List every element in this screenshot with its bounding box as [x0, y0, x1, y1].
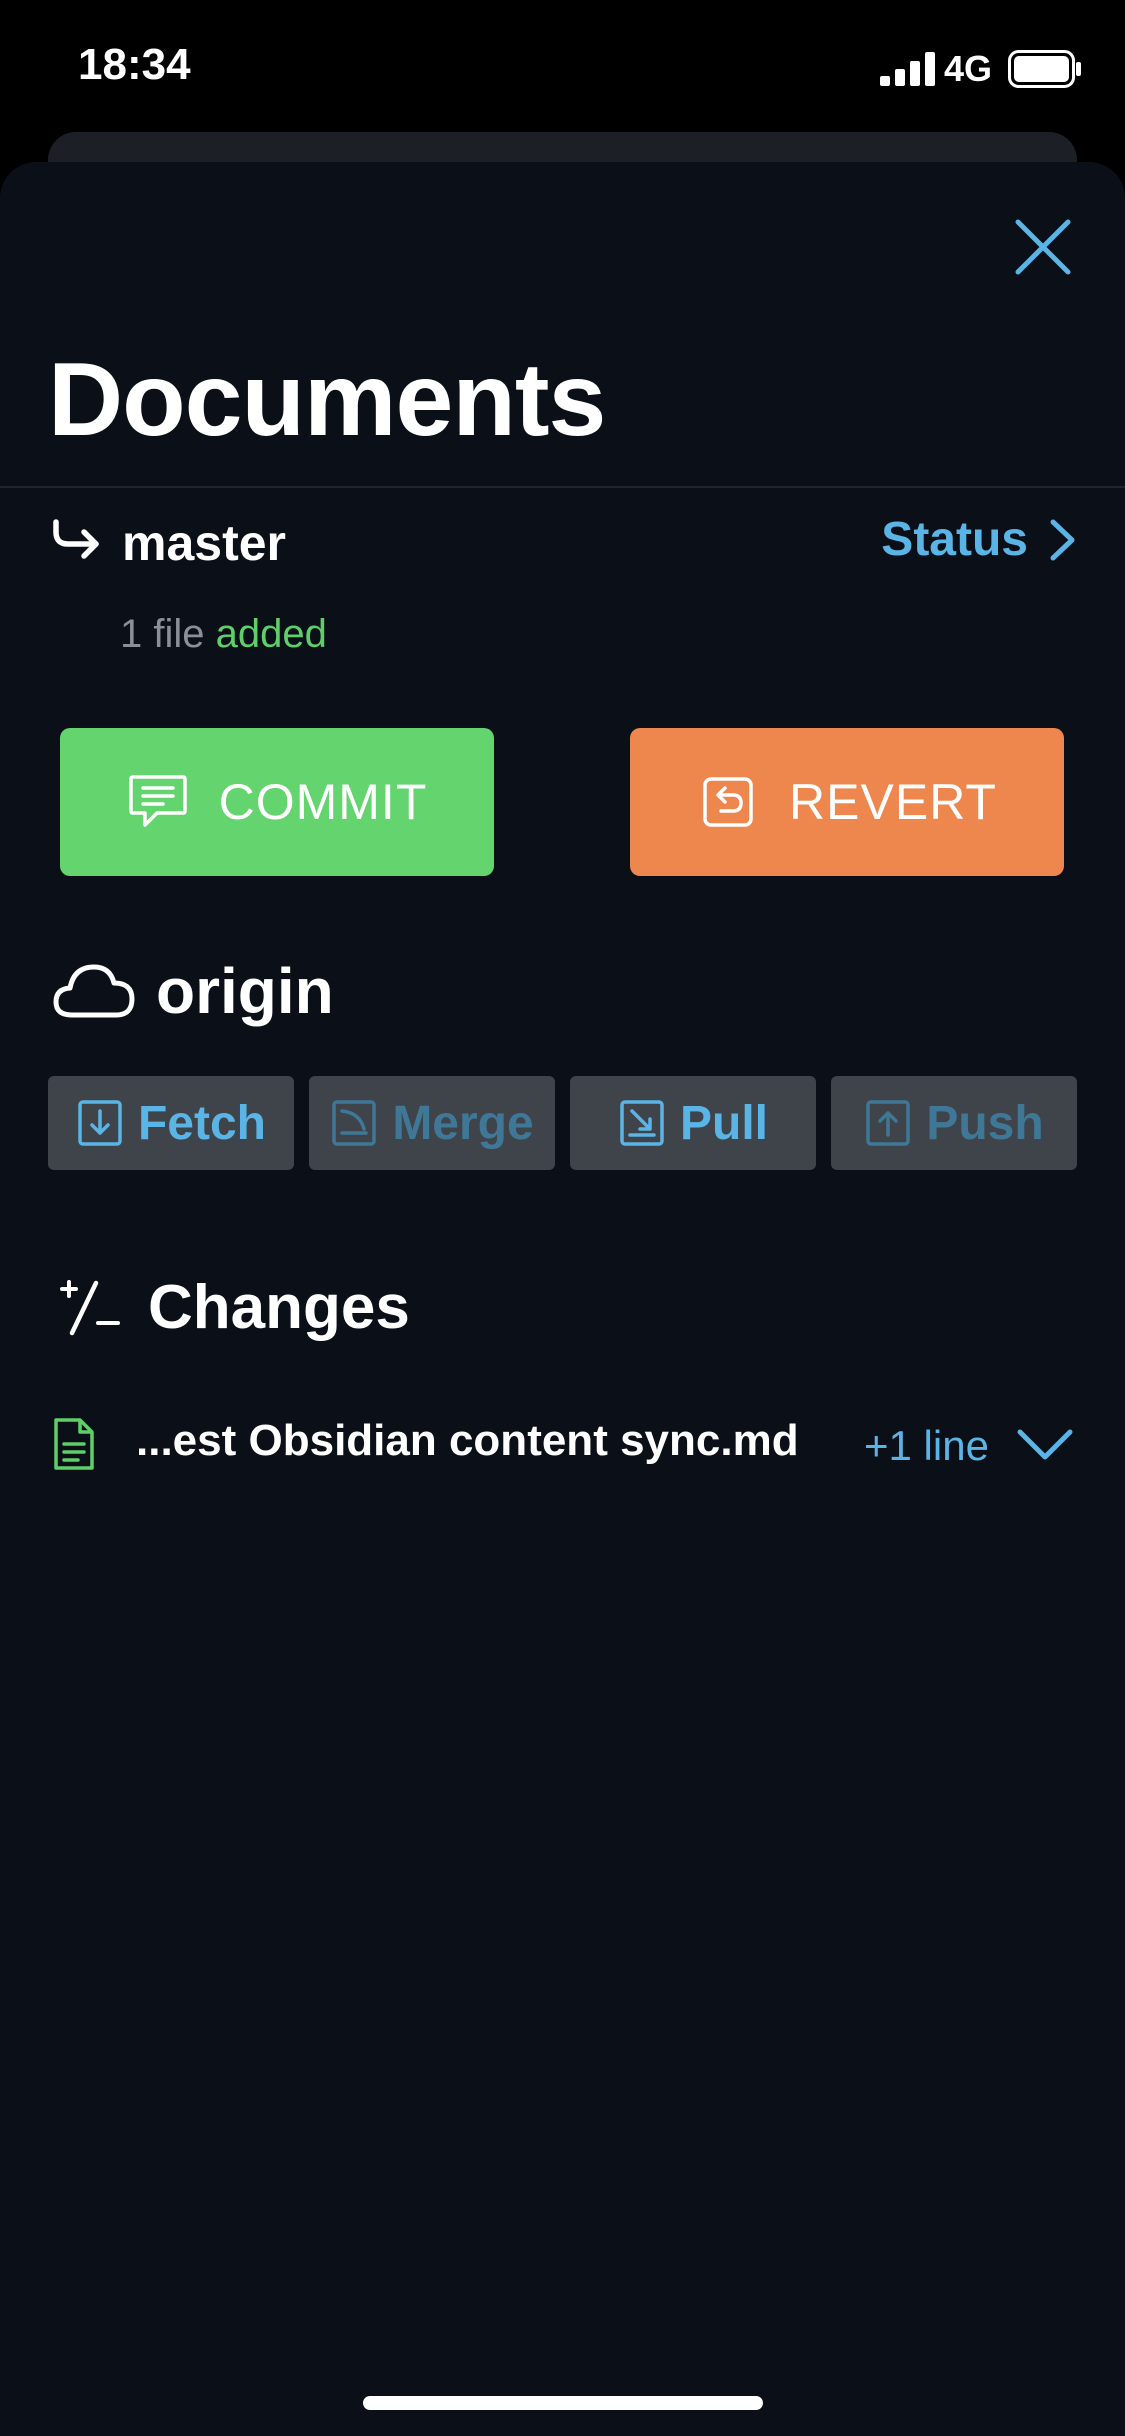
- pull-button[interactable]: Pull: [570, 1076, 816, 1170]
- file-name: ...est Obsidian content sync.md: [136, 1416, 799, 1465]
- push-icon: [866, 1100, 911, 1146]
- commit-button[interactable]: COMMIT: [60, 728, 494, 876]
- change-item[interactable]: ...est Obsidian content sync.md +1 line: [48, 1408, 1078, 1486]
- revert-icon: [703, 777, 753, 827]
- fetch-button[interactable]: Fetch: [48, 1076, 294, 1170]
- merge-button[interactable]: Merge: [309, 1076, 555, 1170]
- message-icon: [128, 775, 187, 827]
- remote-name: origin: [156, 955, 334, 1027]
- close-icon[interactable]: [1012, 216, 1074, 278]
- branch-arrow-icon: [53, 519, 99, 559]
- file-summary: 1 file added: [120, 612, 327, 657]
- revert-label: REVERT: [789, 774, 997, 830]
- file-count: 1 file: [120, 612, 205, 656]
- file-state: added: [215, 612, 327, 656]
- commit-label: COMMIT: [218, 774, 428, 830]
- network-type: 4G: [944, 48, 993, 89]
- cloud-icon: [53, 964, 135, 1018]
- clock: 18:34: [78, 40, 191, 89]
- pull-icon: [620, 1100, 664, 1146]
- chevron-down-icon[interactable]: [1016, 1428, 1074, 1462]
- branch-name: master: [122, 515, 286, 571]
- home-indicator[interactable]: [363, 2396, 763, 2410]
- changes-header: Changes: [56, 1272, 410, 1343]
- revert-button[interactable]: REVERT: [630, 728, 1064, 876]
- push-label: Push: [926, 1096, 1044, 1150]
- signal-strength-icon: [880, 52, 935, 86]
- remote-actions: Fetch Merge Pull Push: [48, 1076, 1078, 1170]
- page-title: Documents: [48, 342, 606, 458]
- plus-minus-icon: [60, 1279, 120, 1335]
- status-label: Status: [881, 513, 1028, 566]
- pull-label: Pull: [679, 1096, 768, 1150]
- battery-icon: [1008, 50, 1081, 88]
- status-link[interactable]: Status: [881, 512, 1078, 567]
- merge-icon: [332, 1100, 377, 1146]
- fetch-label: Fetch: [137, 1096, 266, 1150]
- chevron-right-icon: [1050, 519, 1075, 560]
- fetch-icon: [78, 1100, 122, 1146]
- push-button[interactable]: Push: [831, 1076, 1077, 1170]
- changes-title: Changes: [148, 1273, 410, 1342]
- remote-header: origin: [52, 954, 334, 1028]
- file-icon: [54, 1418, 94, 1470]
- status-bar: 18:34 4G: [0, 0, 1125, 140]
- line-delta: +1 line: [864, 1422, 989, 1469]
- merge-label: Merge: [392, 1096, 534, 1150]
- branch-row: master Status: [48, 508, 1078, 574]
- divider: [0, 486, 1125, 488]
